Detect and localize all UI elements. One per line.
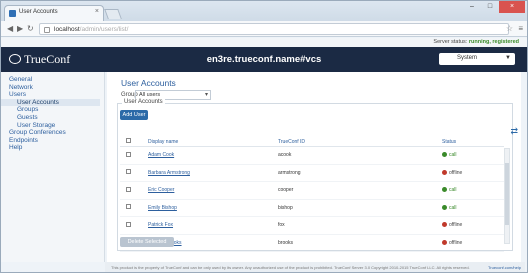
- user-trueconf-id: fox: [278, 222, 285, 229]
- row-checkbox[interactable]: [120, 169, 136, 176]
- footer-help-link[interactable]: Trueconf.com/help: [488, 265, 521, 270]
- status-dot-icon: [442, 169, 447, 175]
- user-status: call: [406, 187, 486, 193]
- sidebar-item-users[interactable]: Users: [1, 91, 104, 99]
- sidebar-item-guests[interactable]: Guests: [1, 114, 104, 122]
- system-select-value: System: [457, 55, 478, 61]
- delete-selected-button[interactable]: Delete Selected: [120, 237, 174, 247]
- footer: This product is the property of TrueConf…: [105, 262, 525, 272]
- server-status-value: running, registered: [468, 39, 519, 45]
- app-header: TrueConf en3re.trueconf.name#vcs System …: [1, 47, 527, 72]
- url-field[interactable]: localhost/admin/users/list/: [39, 23, 509, 35]
- window-controls: – □ ×: [463, 1, 525, 15]
- status-dot-icon: [442, 152, 447, 158]
- sidebar-item-user-storage[interactable]: User Storage: [1, 122, 104, 130]
- status-dot-icon: [442, 187, 447, 193]
- users-table: Display name TrueConf ID Status Adam Coo…: [120, 137, 504, 252]
- status-dot-icon: [442, 239, 447, 245]
- close-window-button[interactable]: ×: [499, 1, 525, 13]
- user-status: call: [406, 152, 486, 158]
- user-trueconf-id: cooper: [278, 187, 294, 194]
- main-content: User Accounts Group All users ▾ User Acc…: [107, 72, 521, 262]
- sidebar-item-endpoints[interactable]: Endpoints: [1, 137, 104, 145]
- user-trueconf-id: bishop: [278, 204, 293, 211]
- chevron-down-icon: ▾: [204, 92, 208, 98]
- table-header: Display name TrueConf ID Status: [120, 137, 504, 147]
- maximize-button[interactable]: □: [481, 1, 499, 13]
- forward-arrow-icon[interactable]: ▶: [17, 24, 23, 33]
- favicon-icon: [9, 10, 16, 17]
- user-trueconf-id: brooks: [278, 239, 294, 246]
- table-row[interactable]: Adam Cook acook call: [120, 147, 504, 165]
- row-checkbox[interactable]: [120, 151, 136, 159]
- bookmark-star-icon[interactable]: ☆: [506, 24, 513, 33]
- refresh-icon[interactable]: ⇄: [510, 126, 518, 137]
- server-status-label: Server status:: [433, 39, 468, 45]
- address-bar-area: ◀ ▶ ↻ localhost/admin/users/list/ ☆ ≡: [1, 21, 527, 37]
- close-tab-icon[interactable]: ×: [95, 8, 99, 15]
- user-trueconf-id: acook: [278, 152, 292, 159]
- server-status: Server status: running, registered: [1, 38, 527, 47]
- user-status: offline: [406, 222, 486, 228]
- user-status: call: [406, 204, 486, 211]
- browser-tab[interactable]: User Accounts ×: [4, 5, 104, 21]
- user-accounts-fieldset: User Accounts Add User ⇄ Display name Tr…: [117, 99, 518, 252]
- new-tab-button[interactable]: [104, 9, 122, 19]
- table-row[interactable]: Eric Cooper cooper call: [120, 182, 504, 200]
- page-title: User Accounts: [121, 78, 176, 88]
- sidebar-item-group-conferences[interactable]: Group Conferences: [1, 129, 104, 137]
- minimize-button[interactable]: –: [463, 1, 481, 13]
- group-select-value: All users: [139, 92, 161, 98]
- browser-window: User Accounts × – □ × ◀ ▶ ↻ localhost/ad…: [0, 0, 528, 273]
- sidebar-item-user-accounts[interactable]: User Accounts: [1, 98, 100, 107]
- fieldset-legend: User Accounts: [122, 99, 165, 105]
- table-row[interactable]: Barbara Armstrong armstrong offline: [120, 165, 504, 182]
- user-display-name[interactable]: Barbara Armstrong: [136, 170, 266, 176]
- add-user-button[interactable]: Add User: [120, 110, 148, 120]
- sidebar-nav: General Network Users User Accounts Grou…: [1, 72, 105, 262]
- column-status[interactable]: Status: [406, 139, 486, 145]
- status-dot-icon: [442, 222, 447, 228]
- table-scrollbar[interactable]: [504, 148, 510, 244]
- sidebar-item-groups[interactable]: Groups: [1, 106, 104, 114]
- user-display-name[interactable]: Patrick Fox: [136, 222, 266, 228]
- table-row[interactable]: Patrick Fox fox offline: [120, 217, 504, 235]
- scrollbar-thumb[interactable]: [505, 163, 509, 225]
- row-checkbox[interactable]: [120, 221, 136, 229]
- back-arrow-icon[interactable]: ◀: [7, 24, 13, 33]
- user-display-name[interactable]: Adam Cook: [136, 152, 266, 158]
- column-trueconf-id[interactable]: TrueConf ID: [266, 139, 406, 145]
- page-info-icon: [44, 27, 50, 33]
- sidebar-item-help[interactable]: Help: [1, 144, 104, 152]
- chevron-down-icon: ▼: [505, 55, 511, 61]
- title-bar: User Accounts × – □ ×: [1, 1, 527, 21]
- table-row[interactable]: Emily Bishop bishop call: [120, 200, 504, 217]
- footer-text: This product is the property of TrueConf…: [111, 265, 470, 270]
- user-status: offline: [406, 239, 486, 246]
- row-checkbox[interactable]: [120, 186, 136, 194]
- user-display-name[interactable]: Eric Cooper: [136, 187, 266, 193]
- table-row[interactable]: Victoria Brooksbrooksoffline: [120, 235, 504, 252]
- select-all-checkbox[interactable]: [120, 138, 136, 145]
- system-select[interactable]: System ▼: [439, 53, 515, 65]
- user-status: offline: [406, 169, 486, 176]
- browser-menu-icon[interactable]: ≡: [518, 24, 523, 33]
- url-path: /admin/users/list/: [79, 26, 129, 33]
- url-host: localhost: [54, 26, 80, 33]
- reload-icon[interactable]: ↻: [27, 24, 34, 33]
- sidebar-item-network[interactable]: Network: [1, 84, 104, 92]
- tab-title: User Accounts: [19, 9, 58, 15]
- user-display-name[interactable]: Emily Bishop: [136, 205, 266, 211]
- sidebar-item-general[interactable]: General: [1, 76, 104, 84]
- status-dot-icon: [442, 204, 447, 210]
- column-display-name[interactable]: Display name: [136, 139, 266, 145]
- user-trueconf-id: armstrong: [278, 169, 301, 176]
- row-checkbox[interactable]: [120, 204, 136, 211]
